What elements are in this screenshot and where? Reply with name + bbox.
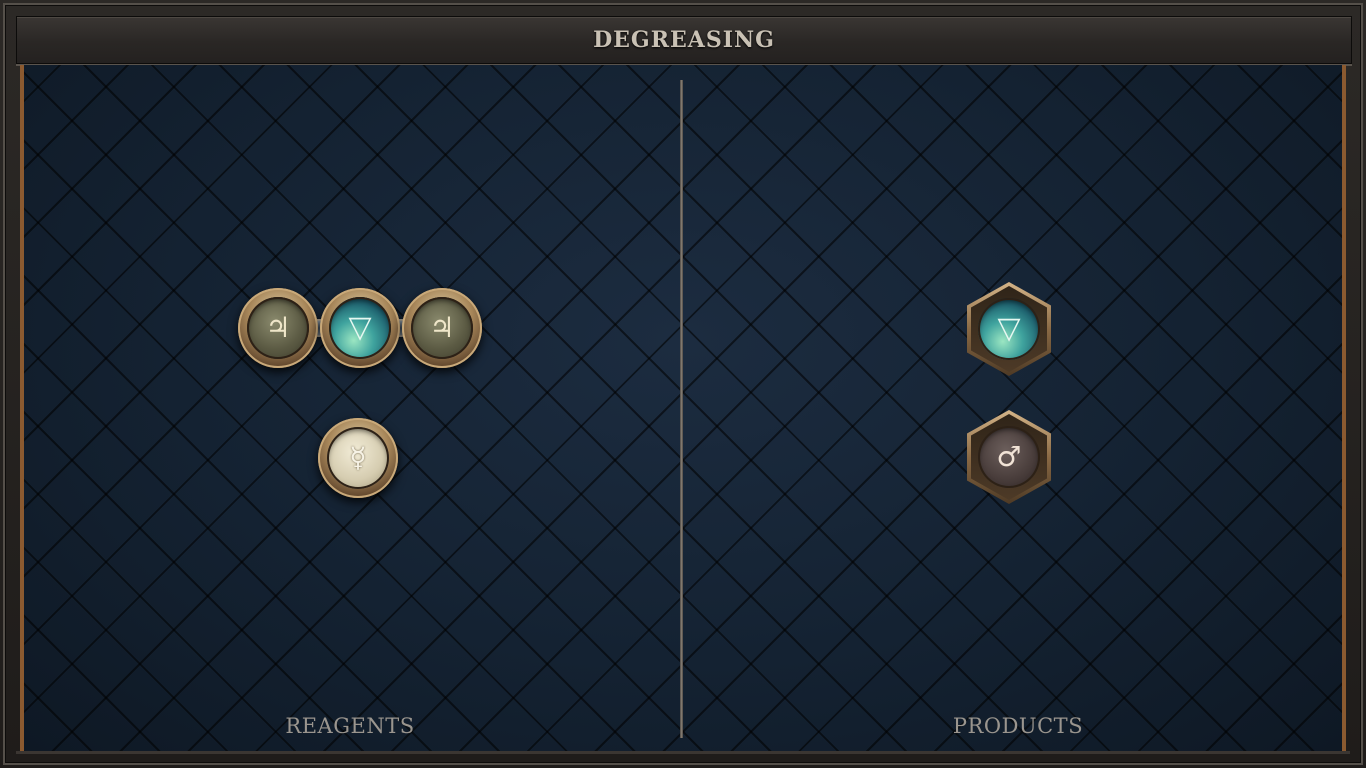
reagent-quicksilver-atom[interactable]: ☿ — [318, 418, 398, 498]
product-iron-slot[interactable]: ♂ — [967, 410, 1051, 504]
recipe-panel — [20, 65, 1346, 753]
product-water-slot[interactable]: ▽ — [967, 282, 1051, 376]
reagent-salt-atom[interactable]: ♃ — [238, 288, 318, 368]
water-symbol-icon: ▽ — [348, 310, 372, 345]
reagents-label: REAGENTS — [285, 714, 415, 738]
title-bar: DEGREASING — [16, 16, 1352, 64]
quicksilver-symbol-icon: ☿ — [349, 441, 367, 474]
reagent-water-atom[interactable]: ▽ — [320, 288, 400, 368]
salt-symbol-icon: ♃ — [265, 311, 291, 344]
water-symbol-icon: ▽ — [997, 311, 1021, 346]
reagent-salt-atom[interactable]: ♃ — [402, 288, 482, 368]
products-label: PRODUCTS — [952, 714, 1084, 738]
salt-symbol-icon: ♃ — [429, 311, 455, 344]
iron-symbol-icon: ♂ — [996, 440, 1022, 473]
window-frame: DEGREASING ♃ ▽ ♃ ☿ ▽ ♂ REAGENTS PRODUCTS — [0, 0, 1366, 768]
section-divider — [680, 80, 683, 738]
panel-bottom-border — [16, 751, 1350, 754]
page-title: DEGREASING — [593, 27, 775, 53]
